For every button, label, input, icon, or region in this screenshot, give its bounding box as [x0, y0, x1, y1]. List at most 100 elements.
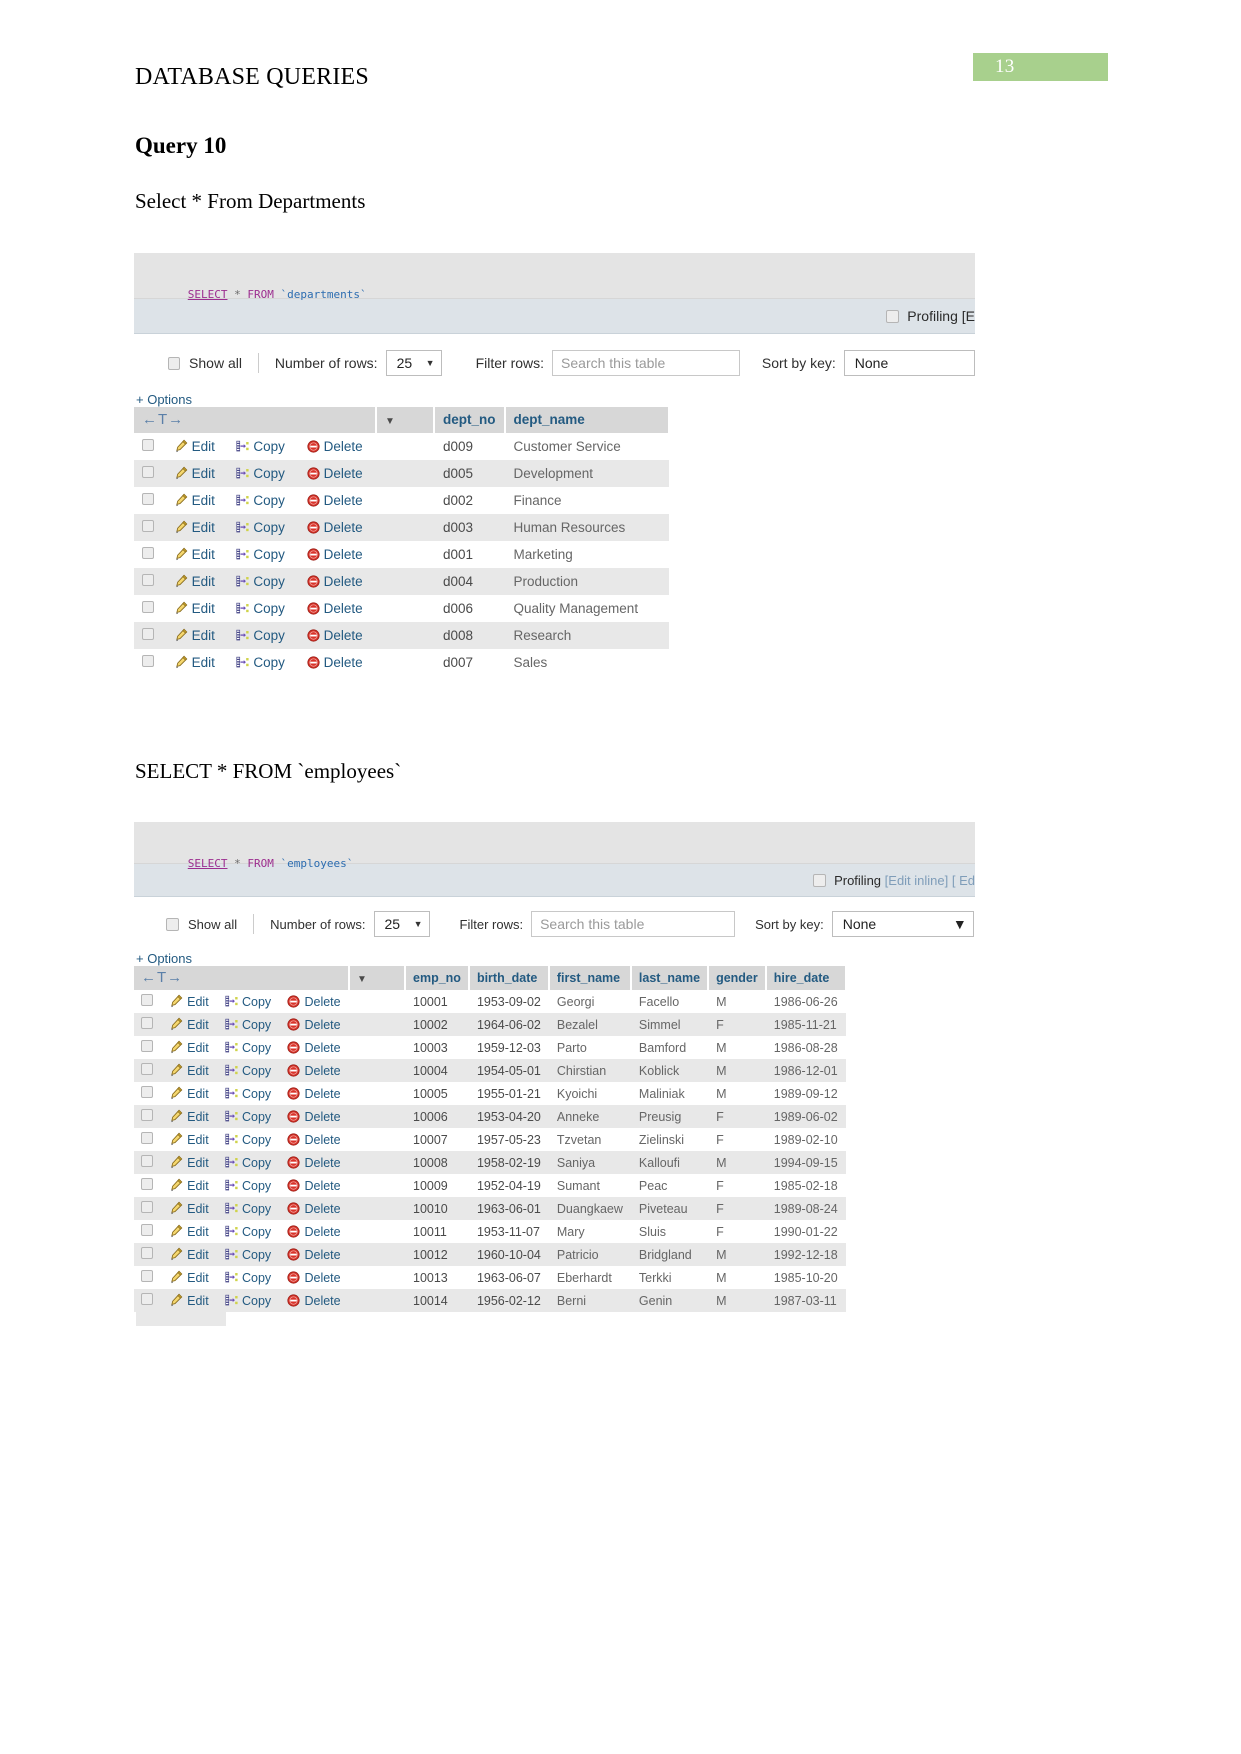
row-select-cell[interactable]	[134, 1266, 162, 1289]
row-select-cell[interactable]	[134, 1243, 162, 1266]
row-select-cell[interactable]	[134, 1128, 162, 1151]
copy-action[interactable]: Copy	[216, 1105, 280, 1128]
row-select-cell[interactable]	[134, 1036, 162, 1059]
row-checkbox[interactable]	[142, 547, 154, 559]
delete-action[interactable]: Delete	[297, 568, 376, 595]
row-checkbox[interactable]	[141, 1224, 153, 1236]
copy-action[interactable]: Copy	[216, 1128, 280, 1151]
edit-action[interactable]: Edit	[161, 990, 217, 1013]
copy-action[interactable]: Copy	[227, 433, 298, 460]
delete-action[interactable]: Delete	[297, 514, 376, 541]
delete-action[interactable]: Delete	[297, 487, 376, 514]
delete-action[interactable]: Delete	[279, 1289, 349, 1312]
row-checkbox[interactable]	[141, 994, 153, 1006]
row-select-cell[interactable]	[134, 1151, 162, 1174]
row-checkbox[interactable]	[142, 520, 154, 532]
row-checkbox[interactable]	[141, 1270, 153, 1282]
copy-action[interactable]: Copy	[216, 1243, 280, 1266]
row-checkbox[interactable]	[142, 466, 154, 478]
edit-inline-link[interactable]: [Edit inline]	[885, 873, 949, 888]
number-of-rows-select[interactable]: 25 ▼	[373, 911, 430, 937]
copy-action[interactable]: Copy	[216, 990, 280, 1013]
column-sort-menu[interactable]: ▼	[376, 407, 435, 433]
copy-action[interactable]: Copy	[216, 1174, 280, 1197]
delete-action[interactable]: Delete	[279, 1151, 349, 1174]
copy-action[interactable]: Copy	[216, 1289, 280, 1312]
delete-action[interactable]: Delete	[279, 1197, 349, 1220]
row-select-cell[interactable]	[134, 649, 165, 676]
row-select-cell[interactable]	[134, 487, 165, 514]
filter-rows-input[interactable]: Search this table	[552, 350, 740, 376]
copy-action[interactable]: Copy	[216, 1082, 280, 1105]
row-select-cell[interactable]	[134, 514, 165, 541]
copy-action[interactable]: Copy	[227, 487, 298, 514]
edit-action[interactable]: Edit	[161, 1036, 217, 1059]
edit-action[interactable]: Edit	[164, 622, 228, 649]
copy-action[interactable]: Copy	[227, 622, 298, 649]
row-checkbox[interactable]	[142, 655, 154, 667]
number-of-rows-select[interactable]: 25 ▼	[385, 350, 442, 376]
row-select-cell[interactable]	[134, 1220, 162, 1243]
row-checkbox[interactable]	[141, 1063, 153, 1075]
column-header-last-name[interactable]: last_name	[630, 966, 710, 990]
edit-action[interactable]: Edit	[161, 1059, 217, 1082]
nav-arrows-icon[interactable]: ←T→	[141, 969, 183, 986]
row-select-cell[interactable]	[134, 1197, 162, 1220]
edit-action[interactable]: Edit	[164, 595, 228, 622]
row-checkbox[interactable]	[142, 493, 154, 505]
copy-action[interactable]: Copy	[216, 1059, 280, 1082]
delete-action[interactable]: Delete	[297, 433, 376, 460]
row-select-cell[interactable]	[134, 990, 162, 1013]
copy-action[interactable]: Copy	[216, 1197, 280, 1220]
edit-action[interactable]: Edit	[161, 1128, 217, 1151]
column-header-dept-no[interactable]: dept_no	[434, 407, 506, 433]
edit-action[interactable]: Edit	[161, 1151, 217, 1174]
edit-action[interactable]: Edit	[164, 514, 228, 541]
row-checkbox[interactable]	[141, 1178, 153, 1190]
row-checkbox[interactable]	[141, 1109, 153, 1121]
row-checkbox[interactable]	[142, 601, 154, 613]
column-header-birth-date[interactable]: birth_date	[468, 966, 550, 990]
row-select-cell[interactable]	[134, 622, 165, 649]
edit-action[interactable]: Edit	[161, 1266, 217, 1289]
column-header-gender[interactable]: gender	[708, 966, 767, 990]
edit-action[interactable]: Edit	[161, 1105, 217, 1128]
row-select-cell[interactable]	[134, 595, 165, 622]
copy-action[interactable]: Copy	[216, 1151, 280, 1174]
row-select-cell[interactable]	[134, 460, 165, 487]
copy-action[interactable]: Copy	[227, 649, 298, 676]
row-checkbox[interactable]	[142, 574, 154, 586]
copy-action[interactable]: Copy	[216, 1036, 280, 1059]
column-header-first-name[interactable]: first_name	[548, 966, 632, 990]
sort-by-key-select[interactable]: None	[843, 350, 975, 376]
row-select-cell[interactable]	[134, 1013, 162, 1036]
delete-action[interactable]: Delete	[279, 1266, 349, 1289]
edit-action[interactable]: Edit	[161, 1174, 217, 1197]
row-checkbox[interactable]	[141, 1086, 153, 1098]
delete-action[interactable]: Delete	[279, 1105, 349, 1128]
delete-action[interactable]: Delete	[297, 622, 376, 649]
delete-action[interactable]: Delete	[279, 1128, 349, 1151]
edit-action[interactable]: Edit	[164, 568, 228, 595]
copy-action[interactable]: Copy	[227, 541, 298, 568]
row-checkbox[interactable]	[141, 1017, 153, 1029]
row-checkbox[interactable]	[141, 1155, 153, 1167]
row-checkbox[interactable]	[142, 628, 154, 640]
copy-action[interactable]: Copy	[227, 514, 298, 541]
edit-action[interactable]: Edit	[164, 460, 228, 487]
delete-action[interactable]: Delete	[297, 460, 376, 487]
edit-action[interactable]: Edit	[164, 487, 228, 514]
edit-action[interactable]: Edit	[161, 1289, 217, 1312]
show-all-checkbox[interactable]	[168, 356, 181, 370]
column-header-dept-name[interactable]: dept_name	[504, 407, 670, 433]
edit-action[interactable]: Edit	[164, 541, 228, 568]
edit-action[interactable]: Edit	[161, 1197, 217, 1220]
delete-action[interactable]: Delete	[279, 1174, 349, 1197]
row-select-cell[interactable]	[134, 1174, 162, 1197]
row-select-cell[interactable]	[134, 433, 165, 460]
column-header-hire-date[interactable]: hire_date	[765, 966, 847, 990]
row-checkbox[interactable]	[141, 1247, 153, 1259]
row-select-cell[interactable]	[134, 1082, 162, 1105]
copy-action[interactable]: Copy	[216, 1266, 280, 1289]
row-select-cell[interactable]	[134, 1059, 162, 1082]
